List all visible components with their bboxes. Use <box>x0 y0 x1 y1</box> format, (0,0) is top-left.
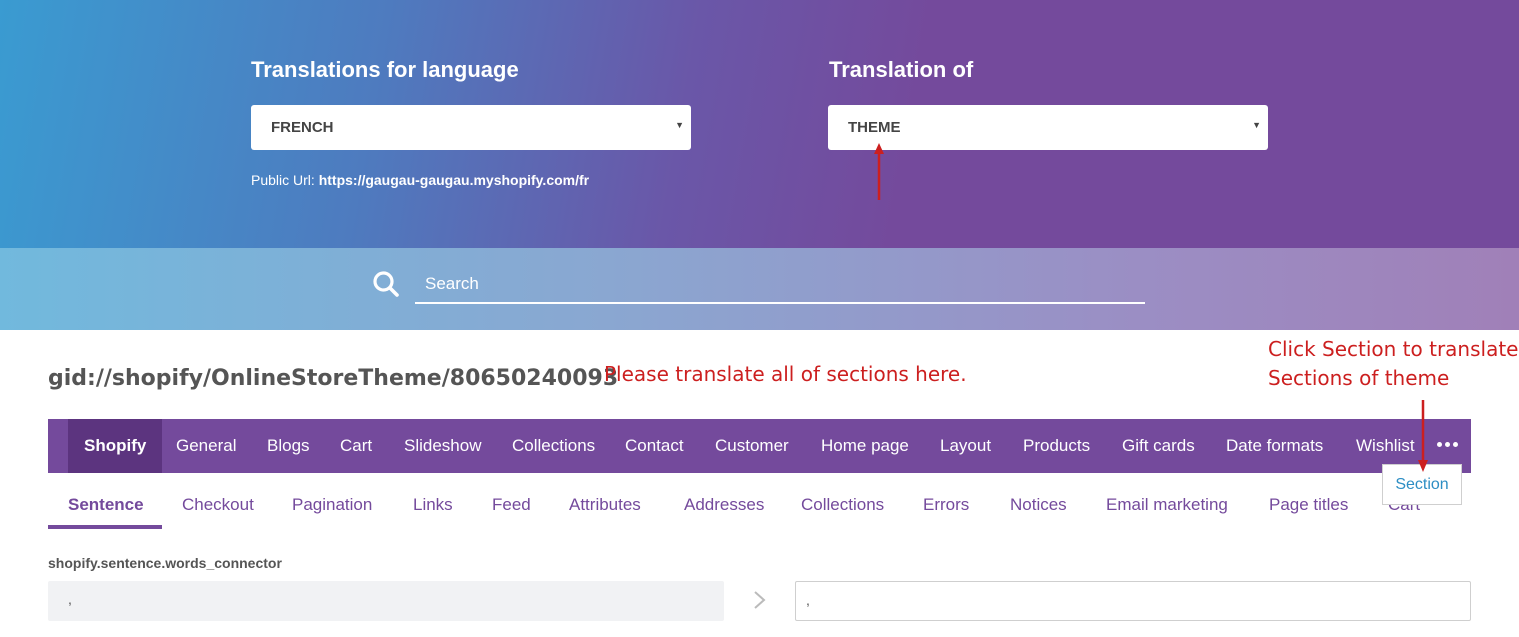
subtab-checkout[interactable]: Checkout <box>182 495 254 515</box>
caret-down-icon: ▼ <box>1252 120 1261 130</box>
tab-gift-cards[interactable]: Gift cards <box>1122 419 1195 473</box>
annotation-line: Click Section to translate <box>1268 337 1519 361</box>
annotation-arrow-up <box>874 143 884 200</box>
subtab-pagination[interactable]: Pagination <box>292 495 372 515</box>
more-tabs-icon[interactable] <box>1437 442 1458 447</box>
tab-shopify[interactable]: Shopify <box>68 419 163 473</box>
translation-of-label: Translation of <box>829 57 974 82</box>
theme-id-title: gid://shopify/OnlineStoreTheme/806502400… <box>48 366 619 391</box>
public-url-link[interactable]: https://gaugau-gaugau.myshopify.com/fr <box>319 172 589 188</box>
annotation-arrow-down <box>1418 400 1428 472</box>
public-url: Public Url: https://gaugau-gaugau.myshop… <box>251 172 589 188</box>
caret-down-icon: ▼ <box>675 120 684 130</box>
active-subtab-indicator <box>48 525 162 529</box>
tab-cart[interactable]: Cart <box>340 419 372 473</box>
tab-products[interactable]: Products <box>1023 419 1090 473</box>
header-banner <box>0 0 1519 248</box>
tab-slideshow[interactable]: Slideshow <box>404 419 482 473</box>
tab-contact[interactable]: Contact <box>625 419 684 473</box>
chevron-right-icon <box>754 591 766 609</box>
language-label: Translations for language <box>251 57 519 82</box>
language-select[interactable]: FRENCH ▼ <box>251 105 691 150</box>
tab-customer[interactable]: Customer <box>715 419 789 473</box>
subtab-notices[interactable]: Notices <box>1010 495 1067 515</box>
tab-general[interactable]: General <box>176 419 236 473</box>
language-select-value: FRENCH <box>271 119 334 136</box>
tab-collections[interactable]: Collections <box>512 419 595 473</box>
tab-date-formats[interactable]: Date formats <box>1226 419 1323 473</box>
tab-layout[interactable]: Layout <box>940 419 991 473</box>
search-icon[interactable] <box>372 270 400 298</box>
annotation-line: Sections of theme <box>1268 366 1450 390</box>
source-text: , <box>48 581 724 621</box>
subtab-addresses[interactable]: Addresses <box>684 495 764 515</box>
subtab-collections[interactable]: Collections <box>801 495 884 515</box>
annotation-click-section: Click Section to translate Sections of t… <box>1268 335 1519 393</box>
translation-of-select-value: THEME <box>848 119 901 136</box>
search-input[interactable] <box>415 266 1145 304</box>
annotation-translate-all: Please translate all of sections here. <box>604 362 967 386</box>
secondary-nav: Sentence Checkout Pagination Links Feed … <box>48 485 1471 529</box>
primary-nav: Shopify General Blogs Cart Slideshow Col… <box>48 419 1471 473</box>
subtab-errors[interactable]: Errors <box>923 495 969 515</box>
translation-input[interactable]: , <box>795 581 1471 621</box>
translation-of-select[interactable]: THEME ▼ <box>828 105 1268 150</box>
subtab-page-titles[interactable]: Page titles <box>1269 495 1348 515</box>
public-url-label: Public Url: <box>251 172 315 188</box>
subtab-email-marketing[interactable]: Email marketing <box>1106 495 1228 515</box>
subtab-feed[interactable]: Feed <box>492 495 531 515</box>
subtab-attributes[interactable]: Attributes <box>569 495 641 515</box>
subtab-sentence[interactable]: Sentence <box>68 495 144 515</box>
tab-home-page[interactable]: Home page <box>821 419 909 473</box>
subtab-links[interactable]: Links <box>413 495 453 515</box>
translation-key: shopify.sentence.words_connector <box>48 555 282 571</box>
tab-blogs[interactable]: Blogs <box>267 419 310 473</box>
